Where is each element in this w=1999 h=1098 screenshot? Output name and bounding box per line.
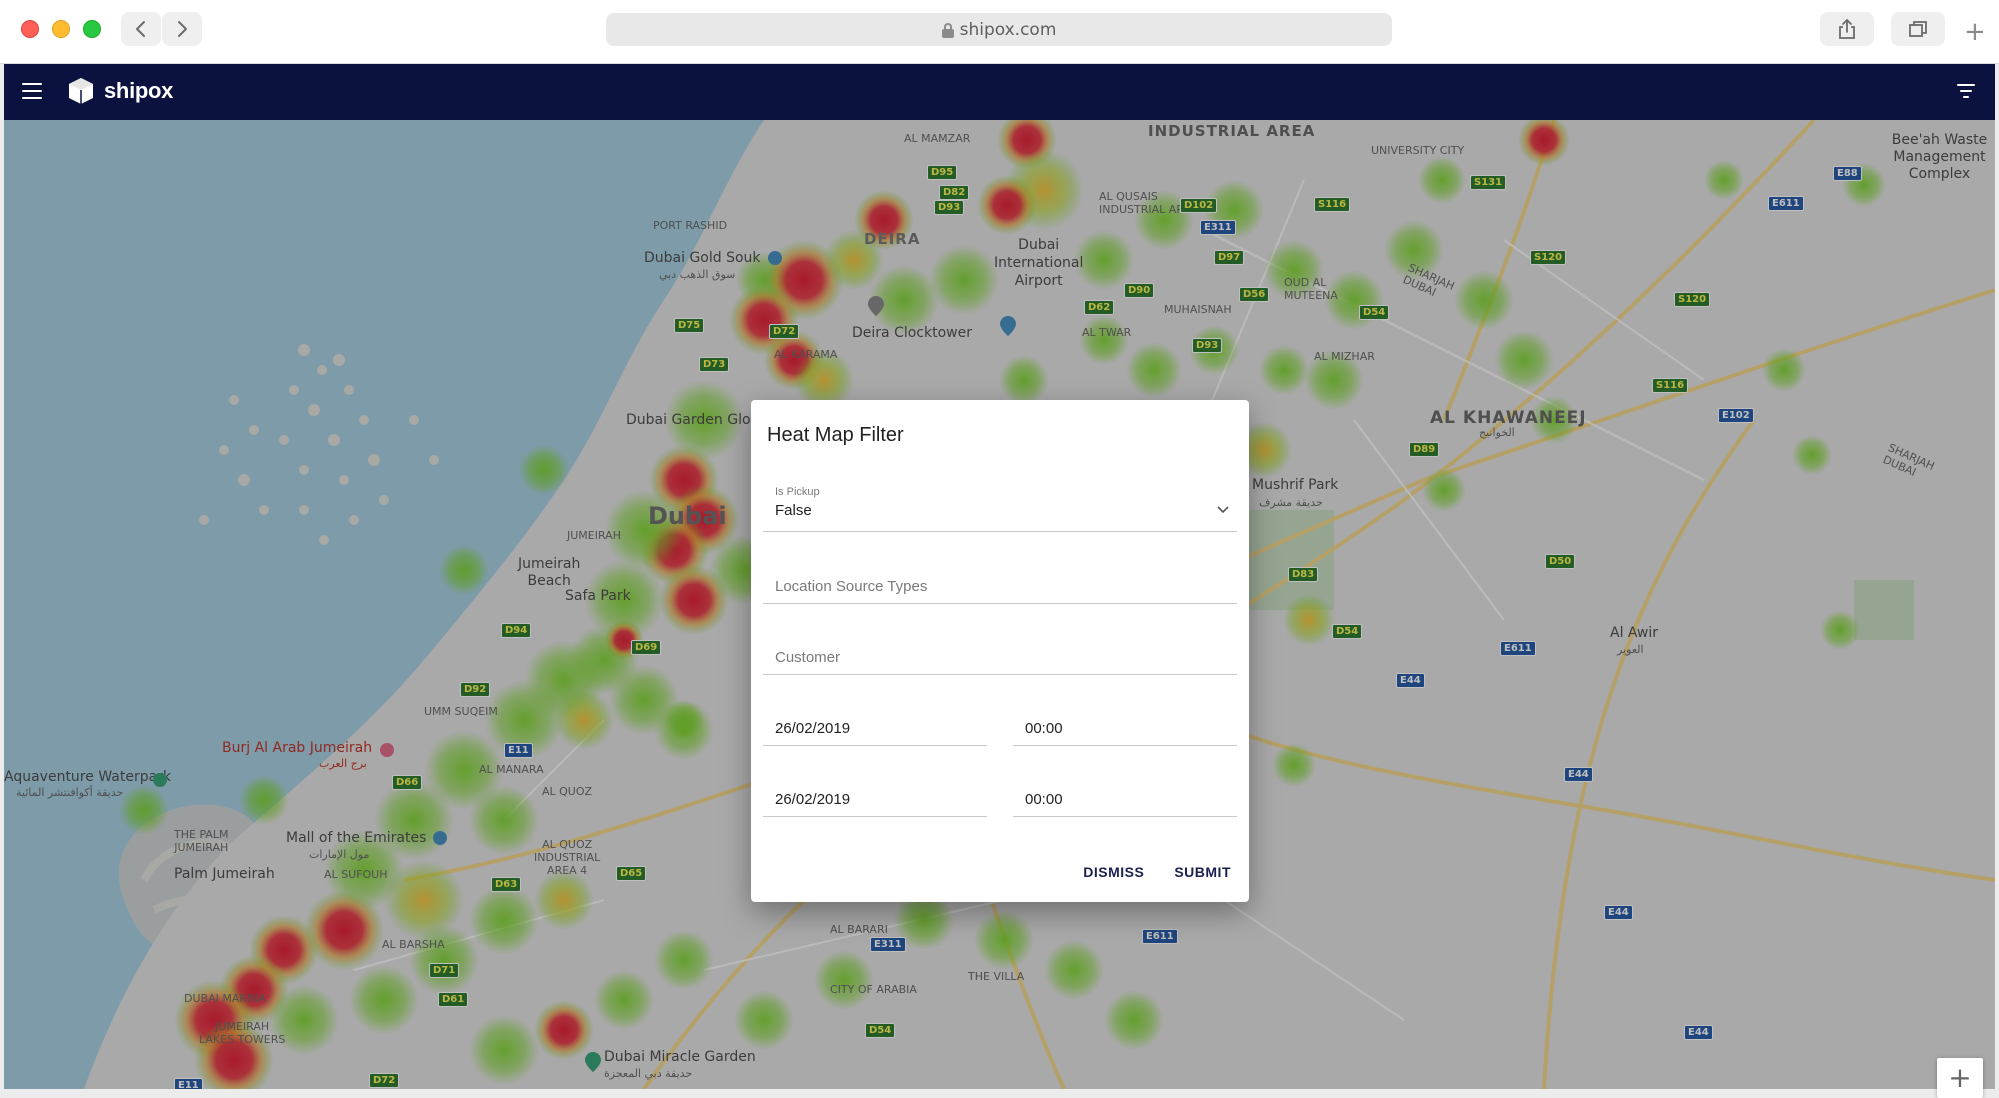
close-window-button[interactable]	[21, 20, 39, 38]
is-pickup-value: False	[775, 502, 812, 519]
customer-placeholder: Customer	[775, 649, 841, 666]
url-text: shipox.com	[959, 19, 1057, 40]
plus-icon: +	[1964, 17, 1986, 47]
address-bar[interactable]: shipox.com	[606, 13, 1392, 46]
from-time-field[interactable]: 00:00	[1013, 692, 1237, 746]
app-header: shipox	[4, 64, 1995, 120]
location-source-types-placeholder: Location Source Types	[775, 578, 928, 595]
share-icon	[1839, 18, 1855, 39]
filter-list-icon[interactable]	[1957, 84, 1975, 98]
from-date-value: 26/02/2019	[775, 720, 851, 737]
location-source-types-field[interactable]: Location Source Types	[763, 550, 1237, 604]
forward-button[interactable]	[162, 12, 202, 46]
back-button[interactable]	[121, 12, 161, 46]
browser-toolbar: shipox.com +	[0, 0, 1999, 64]
chevron-right-icon	[178, 21, 187, 37]
to-time-field[interactable]: 00:00	[1013, 763, 1237, 817]
from-time-value: 00:00	[1025, 720, 1063, 737]
chevron-left-icon	[136, 21, 145, 37]
brand-name: shipox	[104, 78, 174, 103]
brand[interactable]: shipox	[66, 76, 173, 106]
tabs-overview-button[interactable]	[1891, 12, 1945, 46]
shipox-logo-icon	[69, 78, 93, 104]
to-date-field[interactable]: 26/02/2019	[763, 763, 987, 817]
is-pickup-select[interactable]: Is Pickup False	[763, 478, 1237, 532]
is-pickup-label: Is Pickup	[775, 486, 820, 498]
hamburger-menu-icon[interactable]	[22, 83, 42, 99]
to-date-value: 26/02/2019	[775, 791, 851, 808]
lock-icon	[941, 22, 954, 38]
new-tab-button[interactable]: +	[1964, 19, 1986, 45]
submit-button[interactable]: SUBMIT	[1172, 858, 1233, 886]
minimize-window-button[interactable]	[52, 20, 70, 38]
maximize-window-button[interactable]	[83, 20, 101, 38]
dialog-title: Heat Map Filter	[767, 424, 904, 446]
from-date-field[interactable]: 26/02/2019	[763, 692, 987, 746]
plus-icon: +	[1948, 1061, 1972, 1094]
dismiss-button[interactable]: DISMISS	[1081, 858, 1146, 886]
zoom-in-button[interactable]: +	[1937, 1058, 1983, 1098]
to-time-value: 00:00	[1025, 791, 1063, 808]
dialog-actions: DISMISS SUBMIT	[1081, 858, 1233, 886]
share-button[interactable]	[1820, 12, 1874, 46]
customer-field[interactable]: Customer	[763, 621, 1237, 675]
tabs-overview-icon	[1909, 21, 1927, 37]
heat-map-filter-dialog: Heat Map Filter Is Pickup False Location…	[751, 400, 1249, 902]
chevron-down-icon	[1217, 506, 1229, 514]
